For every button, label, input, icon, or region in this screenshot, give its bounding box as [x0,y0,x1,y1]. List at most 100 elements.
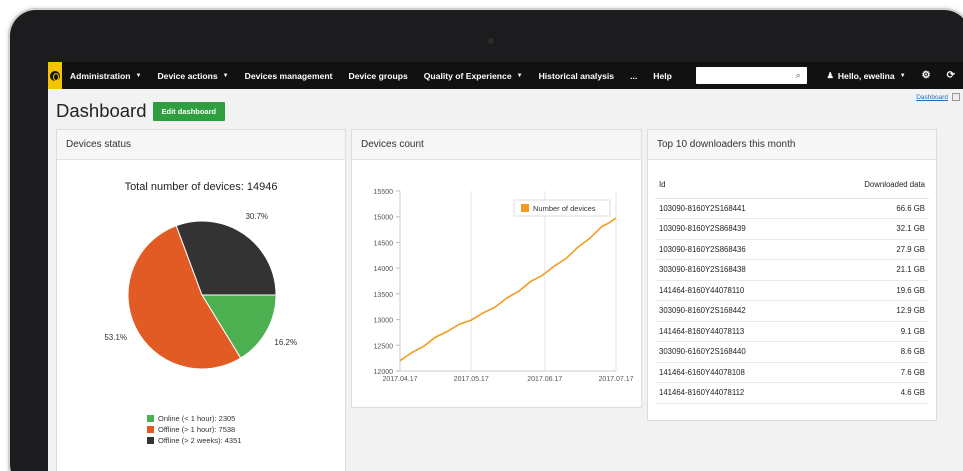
legend-swatch [521,204,529,212]
downloaded-data-cell: 32.1 GB [813,218,929,240]
chevron-down-icon: ▼ [516,72,523,79]
search-input[interactable]: ⌕ [695,67,807,84]
nav-item[interactable]: Historical analysis [531,62,622,89]
nav-item-label: ... [630,70,638,81]
device-id-cell: 141464-8160Y44078110 [655,280,814,301]
table-row[interactable]: 141464-8160Y44078110 19.6 GB [655,280,929,301]
table-header-row: Id Downloaded data [655,172,929,199]
chevron-down-icon: ▼ [899,72,906,79]
nav-item[interactable]: Help [645,62,680,89]
dashboard-link[interactable]: Dashboard [916,93,960,101]
user-menu[interactable]: Hello, ewelina ▼ [838,62,914,89]
legend-label: Online (< 1 hour): 2305 [158,414,236,423]
x-tick-label: 2017.07.17 [598,376,633,383]
downloaders-table: Id Downloaded data 103090-8160Y2S168441 6… [655,172,929,404]
table-row[interactable]: 103090-8160Y2S868439 32.1 GB [655,218,929,240]
search-icon: ⌕ [795,70,801,80]
device-id-cell: 303090-6160Y2S168440 [655,341,814,363]
chart-legend[interactable]: Number of devices [513,199,611,217]
pie-percent-label: 53.1% [104,333,127,342]
chevron-down-icon: ▼ [222,72,229,79]
devices-status-pie-chart: 16.2% 53.1% 30.7% [104,212,297,370]
table-row[interactable]: 303090-6160Y2S168440 8.6 GB [655,341,929,363]
device-id-cell: 303090-8160Y2S168442 [655,300,814,322]
downloaded-data-cell: 4.6 GB [813,382,929,404]
nav-item-label: Administration [69,70,131,81]
chevron-down-icon: ▼ [135,72,142,79]
panel-title: Top 10 downloaders this month [648,130,936,160]
table-row[interactable]: 303090-8160Y2S168438 21.1 GB [655,259,929,281]
dashboard-link-label: Dashboard [916,93,948,101]
device-id-cell: 303090-8160Y2S168438 [655,259,814,281]
legend-swatch [147,426,154,433]
legend-label: Offline (> 1 hour): 7538 [158,425,236,434]
y-tick-label: 14000 [374,266,394,273]
devices-status-panel: Devices status Total number of devices: … [56,129,346,471]
table-row[interactable]: 141464-6160Y44078108 7.6 GB [655,362,929,383]
legend-item[interactable]: Offline (> 2 weeks): 4351 [147,435,241,446]
column-header-id: Id [655,172,814,199]
page-icon [952,93,960,101]
y-tick-label: 13500 [374,292,394,299]
pie-percent-label: 30.7% [245,212,268,221]
devices-count-panel: Devices count 12000 12500 13000 13500 14000 1… [351,129,642,408]
x-tick-label: 2017.05.17 [454,376,489,383]
downloaded-data-cell: 12.9 GB [813,300,929,322]
nav-item[interactable]: Device actions ▼ [149,62,236,89]
logo-icon [49,70,60,81]
user-label: Hello, ewelina [837,70,895,81]
nav-item-label: Device groups [348,70,408,81]
top-navbar: Administration ▼ Device actions ▼ Devices ma… [48,62,963,89]
top-downloaders-panel: Top 10 downloaders this month Id Downloa… [647,129,937,421]
panel-title: Devices status [57,130,345,160]
device-id-cell: 103090-8160Y2S868439 [655,218,814,240]
nav-menu: Administration ▼ Device actions ▼ Devices ma… [62,62,680,89]
legend-label: Offline (> 2 weeks): 4351 [158,436,242,445]
device-id-cell: 141464-8160Y44078112 [655,382,814,404]
table-row[interactable]: 103090-8160Y2S168441 66.6 GB [655,198,929,219]
app-screen: Administration ▼ Device actions ▼ Devices ma… [48,62,963,471]
y-tick-label: 15000 [374,215,394,222]
y-tick-label: 13000 [374,318,394,325]
downloaded-data-cell: 8.6 GB [813,341,929,363]
y-tick-label: 12500 [374,343,394,350]
panel-title: Devices count [352,130,641,160]
nav-item-label: Help [653,70,672,81]
devices-count-line-chart: 12000 12500 13000 13500 14000 14500 15000 15500… [374,189,634,383]
device-id-cell: 141464-6160Y44078108 [655,362,814,383]
edit-dashboard-button[interactable]: Edit dashboard [152,101,226,121]
nav-item-label: Historical analysis [538,70,615,81]
series-line[interactable] [399,217,617,362]
legend-swatch [147,437,154,444]
nav-item[interactable]: Administration ▼ [62,62,150,89]
legend-label: Number of devices [533,204,596,213]
x-tick-label: 2017.04.17 [382,376,417,383]
legend-item[interactable]: Offline (> 1 hour): 7538 [147,424,241,435]
column-header-downloaded: Downloaded data [813,172,929,199]
nav-item[interactable]: Quality of Experience ▼ [416,62,531,89]
settings-icon[interactable]: ⚙ [914,70,939,81]
x-tick-label: 2017.06.17 [527,376,562,383]
downloaded-data-cell: 27.9 GB [813,239,929,260]
legend-item[interactable]: Online (< 1 hour): 2305 [147,413,241,424]
nav-item[interactable]: Devices management [237,62,341,89]
downloaded-data-cell: 7.6 GB [813,362,929,383]
table-row[interactable]: 303090-8160Y2S168442 12.9 GB [655,300,929,322]
table-row[interactable]: 141464-8160Y44078112 4.6 GB [655,382,929,404]
refresh-icon[interactable]: ⟳ [939,70,963,81]
nav-item-label: Devices management [244,70,333,81]
nav-item[interactable]: Device groups [341,62,416,89]
page-title: Dashboard [56,100,147,121]
pie-legend: Online (< 1 hour): 2305 Offline (> 1 hour… [147,413,241,446]
legend-swatch [147,415,154,422]
device-id-cell: 103090-8160Y2S168441 [655,198,814,219]
camera [487,37,495,45]
table-row[interactable]: 141464-8160Y44078113 9.1 GB [655,321,929,342]
table-row[interactable]: 103090-8160Y2S868436 27.9 GB [655,239,929,260]
device-id-cell: 103090-8160Y2S868436 [655,239,814,260]
logo[interactable] [48,62,62,89]
downloaded-data-cell: 9.1 GB [813,321,929,342]
downloaded-data-cell: 21.1 GB [813,259,929,281]
y-tick-label: 14500 [374,240,394,247]
nav-item[interactable]: ... [622,62,645,89]
